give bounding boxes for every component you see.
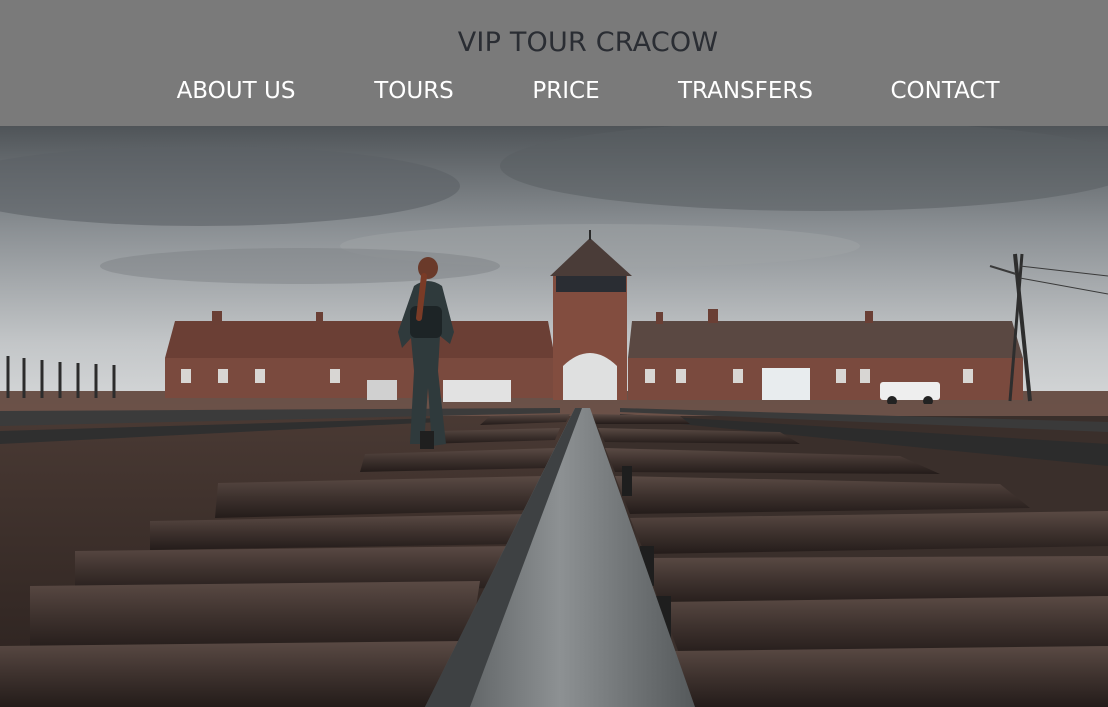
nav-link-contact[interactable]: CONTACT bbox=[889, 75, 1001, 107]
nav-link-about-us[interactable]: ABOUT US bbox=[176, 75, 296, 107]
site-header: VIP TOUR CRACOW ABOUT US TOURS PRICE TRA… bbox=[0, 0, 1108, 126]
nav-link-tours[interactable]: TOURS bbox=[374, 75, 454, 107]
nav-link-price[interactable]: PRICE bbox=[532, 75, 600, 107]
hero-photo bbox=[0, 126, 1108, 707]
site-title[interactable]: VIP TOUR CRACOW bbox=[0, 25, 1108, 61]
nav-link-transfers[interactable]: TRANSFERS bbox=[678, 75, 813, 107]
hero-image bbox=[0, 126, 1108, 707]
